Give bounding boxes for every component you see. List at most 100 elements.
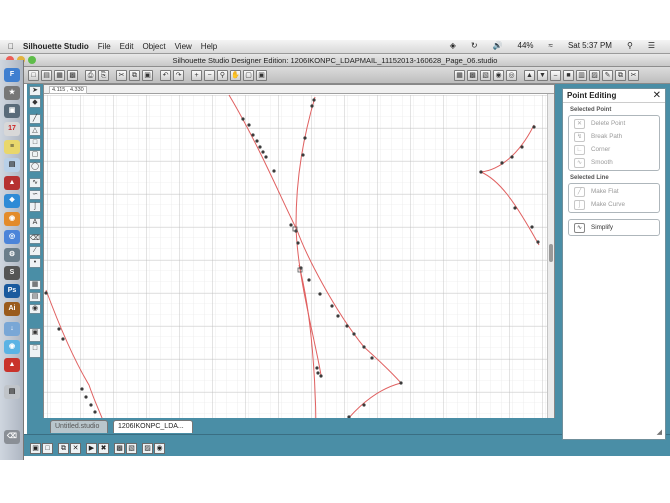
firefox-icon[interactable]: ◉	[4, 212, 20, 226]
duplicate-icon[interactable]: ⧉	[58, 443, 69, 454]
ellipse-tool-icon[interactable]: ◯	[29, 162, 41, 172]
delete-icon[interactable]: ✕	[70, 443, 81, 454]
line-color-icon[interactable]: ✎	[602, 69, 613, 81]
tab-current-document[interactable]: 1206IKONPC_LDA... ✕	[113, 420, 193, 443]
launchpad-icon[interactable]: ★	[4, 86, 20, 100]
library-icon[interactable]: ▤	[29, 292, 41, 302]
vertical-scroll-thumb[interactable]	[549, 244, 553, 262]
zoom-window-button[interactable]	[28, 56, 36, 64]
eyedropper-tool-icon[interactable]: •	[29, 258, 41, 268]
compound-path-icon[interactable]: ◉	[493, 69, 504, 81]
system-preferences-icon[interactable]: ⚙	[4, 248, 20, 262]
spotlight-icon[interactable]: ⚲	[627, 41, 633, 50]
chrome-icon[interactable]: ◎	[4, 230, 20, 244]
silhouette-app-icon[interactable]: S	[4, 266, 20, 280]
new-document-icon[interactable]: □	[28, 69, 39, 81]
illustrator-icon[interactable]: Ai	[4, 302, 20, 316]
pattern-icon[interactable]: ▨	[589, 69, 600, 81]
gradient-icon[interactable]: ▥	[576, 69, 587, 81]
vertical-scrollbar[interactable]	[547, 94, 554, 433]
battery-readout[interactable]: 44%	[518, 41, 534, 50]
trash-icon[interactable]: ⌫	[4, 430, 20, 444]
cut-settings-icon[interactable]: ✂	[628, 69, 639, 81]
menu-list-icon[interactable]: ☰	[648, 41, 655, 50]
sync-icon[interactable]: ↻	[471, 41, 478, 50]
volume-icon[interactable]: 🔊	[493, 41, 503, 50]
cut-icon[interactable]: ✂	[116, 69, 127, 81]
paste-icon[interactable]: ▣	[142, 69, 153, 81]
canvas-drawing[interactable]	[44, 85, 555, 434]
safari-icon[interactable]: ❖	[4, 194, 20, 208]
eraser-tool-icon[interactable]: ⌫	[29, 234, 41, 244]
smooth-button[interactable]: ∿ Smooth	[569, 156, 659, 169]
tab-untitled[interactable]: Untitled.studio	[50, 420, 108, 433]
documents-stack-icon[interactable]: ◉	[4, 340, 20, 354]
delete-point-button[interactable]: ✕ Delete Point	[569, 117, 659, 130]
open-library-icon[interactable]: ▦	[54, 69, 65, 81]
replicate-icon[interactable]: ⧉	[615, 69, 626, 81]
undo-icon[interactable]: ↶	[160, 69, 171, 81]
menu-file[interactable]: File	[98, 42, 111, 51]
make-flat-button[interactable]: ╱ Make Flat	[569, 185, 659, 198]
rounded-rect-tool-icon[interactable]: ▢	[29, 150, 41, 160]
grid-icon[interactable]: ▦	[454, 69, 465, 81]
redo-icon[interactable]: ↷	[173, 69, 184, 81]
mirror-icon[interactable]: ▶	[86, 443, 97, 454]
menu-help[interactable]: Help	[201, 42, 217, 51]
acrobat-icon[interactable]: ▲	[4, 358, 20, 372]
knife-tool-icon[interactable]: ∕	[29, 246, 41, 256]
menu-object[interactable]: Object	[142, 42, 165, 51]
design-canvas[interactable]: 4.115 , 4.330	[43, 84, 555, 434]
calendar-icon[interactable]: 17	[4, 122, 20, 136]
app-menu[interactable]: Silhouette Studio	[23, 42, 89, 51]
line-style-icon[interactable]: ⎯	[550, 69, 561, 81]
line-tool-icon[interactable]: ╱	[29, 114, 41, 124]
ungroup-objects-icon[interactable]: ▧	[126, 443, 137, 454]
wifi-icon[interactable]: ≈	[549, 41, 553, 50]
text-tool-icon[interactable]: A	[29, 218, 41, 228]
weld-icon[interactable]: ▨	[142, 443, 153, 454]
rectangle-tool-icon[interactable]: □	[29, 138, 41, 148]
fill-color-icon[interactable]: ■	[563, 69, 574, 81]
finder-icon[interactable]: F	[4, 68, 20, 82]
freehand-tool-icon[interactable]: ∿	[29, 178, 41, 188]
photoshop-icon[interactable]: Ps	[4, 284, 20, 298]
menu-edit[interactable]: Edit	[120, 42, 134, 51]
notes-icon[interactable]: ≡	[4, 140, 20, 154]
zoom-in-icon[interactable]: +	[191, 69, 202, 81]
group-icon[interactable]: ▩	[467, 69, 478, 81]
clock[interactable]: Sat 5:37 PM	[568, 41, 612, 50]
zoom-select-icon[interactable]: ⚲	[217, 69, 228, 81]
simplify-button[interactable]: ∿ Simplify	[569, 221, 659, 234]
edit-points-tool-icon[interactable]: ◆	[29, 98, 41, 108]
group-objects-icon[interactable]: ▩	[114, 443, 125, 454]
smooth-freehand-tool-icon[interactable]: ∽	[29, 190, 41, 200]
send-backward-icon[interactable]: ▼	[537, 69, 548, 81]
save-icon[interactable]: ▩	[67, 69, 78, 81]
media-icon[interactable]: □	[29, 344, 41, 358]
pan-icon[interactable]: ✋	[230, 69, 241, 81]
release-compound-icon[interactable]: ◎	[506, 69, 517, 81]
pdf-app-icon[interactable]: ▲	[4, 176, 20, 190]
ungroup-icon[interactable]: ▧	[480, 69, 491, 81]
copy-icon[interactable]: ⧉	[129, 69, 140, 81]
make-curve-button[interactable]: ⌡ Make Curve	[569, 198, 659, 211]
menu-view[interactable]: View	[175, 42, 192, 51]
rotate-icon[interactable]: ✖	[98, 443, 109, 454]
panel-resize-grip-icon[interactable]: ◢	[657, 428, 662, 436]
print-icon[interactable]: ⎙	[85, 69, 96, 81]
select-tool-icon[interactable]: ➤	[29, 86, 41, 96]
polygon-tool-icon[interactable]: △	[29, 126, 41, 136]
photo-app-icon[interactable]: ▣	[4, 104, 20, 118]
corner-button[interactable]: ∟ Corner	[569, 143, 659, 156]
print-cut-icon[interactable]: ⎘	[98, 69, 109, 81]
cutting-mat-icon[interactable]: ▣	[29, 328, 41, 342]
select-all-icon[interactable]: ▣	[30, 443, 41, 454]
close-panel-icon[interactable]: ✕	[653, 89, 661, 103]
downloads-stack-icon[interactable]: ↓	[4, 322, 20, 336]
preview-icon[interactable]: ▤	[4, 158, 20, 172]
deselect-icon[interactable]: □	[42, 443, 53, 454]
fit-page-icon[interactable]: ▢	[243, 69, 254, 81]
offset-icon[interactable]: ◉	[154, 443, 165, 454]
break-path-button[interactable]: ↯ Break Path	[569, 130, 659, 143]
